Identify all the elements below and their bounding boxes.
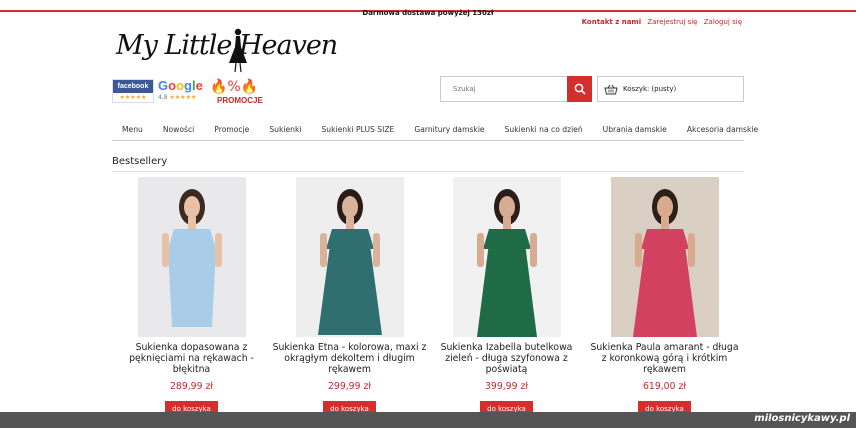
announcement-bar: Darmowa dostawa powyżej 130zł (0, 0, 856, 17)
login-link[interactable]: Zaloguj się (704, 18, 742, 26)
promotions-label: PROMOCJE (217, 96, 263, 105)
facebook-rating-badge[interactable]: facebook ★★★★★ (112, 79, 154, 103)
section-title: Bestsellery (112, 156, 168, 167)
product-price: 399,99 zł (484, 381, 528, 392)
product-name[interactable]: Sukienka dopasowana z pęknięciami na ręk… (114, 342, 269, 376)
google-label: Google (158, 78, 203, 93)
product-image[interactable] (610, 177, 719, 337)
nav-item-menu[interactable]: Menu (122, 125, 143, 134)
facebook-stars: ★★★★★ (119, 94, 147, 101)
basket-icon (604, 84, 618, 94)
nav-item-new[interactable]: Nowości (163, 125, 194, 134)
account-links: Kontakt z nami Zarejestruj się Zaloguj s… (578, 18, 742, 26)
search-icon (574, 83, 586, 95)
model-photo (632, 189, 697, 337)
badges-row: facebook ★★★★★ Google 4,8 ★★★★★ 🔥%🔥 PROM… (112, 79, 276, 109)
product-card[interactable]: Sukienka Izabella butelkowa zieleń - dłu… (429, 177, 584, 417)
product-image[interactable] (137, 177, 246, 337)
nav-item-dresses[interactable]: Sukienki (269, 125, 301, 134)
nav-item-everyday-dresses[interactable]: Sukienki na co dzień (505, 125, 583, 134)
product-name[interactable]: Sukienka Izabella butelkowa zieleń - dłu… (429, 342, 584, 376)
google-rating-value: 4,8 (158, 94, 168, 101)
nav-item-plus-size[interactable]: Sukienki PLUS SIZE (321, 125, 394, 134)
section-divider (112, 171, 744, 172)
model-photo (476, 189, 537, 337)
product-name[interactable]: Sukienka Etna - kolorowa, maxi z okrągły… (272, 342, 427, 376)
nav-item-suits[interactable]: Garnitury damskie (414, 125, 484, 134)
product-image[interactable] (295, 177, 404, 337)
bottom-bar (0, 412, 856, 428)
product-card[interactable]: Sukienka Paula amarant - długa z koronko… (587, 177, 742, 417)
cart-status: (pusty) (651, 85, 677, 93)
main-navigation: Menu Nowości Promocje Sukienki Sukienki … (112, 118, 758, 141)
product-card[interactable]: Sukienka dopasowana z pęknięciami na ręk… (114, 177, 269, 417)
cart-label: Koszyk: (623, 85, 650, 93)
model-photo (317, 189, 382, 335)
product-price: 289,99 zł (169, 381, 213, 392)
product-card[interactable]: Sukienka Etna - kolorowa, maxi z okrągły… (272, 177, 427, 417)
facebook-label: facebook (113, 80, 153, 93)
free-shipping-text: Darmowa dostawa powyżej 130zł (362, 9, 494, 17)
site-logo[interactable]: My Little Heaven (116, 28, 338, 76)
register-link[interactable]: Zarejestruj się (647, 18, 697, 26)
search-input[interactable] (440, 76, 567, 102)
search-button[interactable] (567, 76, 592, 102)
logo-text: My Little Heaven (116, 30, 338, 61)
google-rating-row: 4,8 ★★★★★ (158, 93, 206, 102)
nav-item-accessories[interactable]: Akcesoria damskie (687, 125, 758, 134)
google-rating-badge[interactable]: Google 4,8 ★★★★★ (158, 79, 206, 103)
search-box (440, 76, 592, 102)
logo-woman-silhouette-icon (229, 28, 247, 73)
nav-item-womens-clothing[interactable]: Ubrania damskie (603, 125, 667, 134)
fire-percent-icon: 🔥%🔥 (210, 79, 259, 95)
product-price: 299,99 zł (327, 381, 371, 392)
product-price: 619,00 zł (642, 381, 686, 392)
nav-item-promotions[interactable]: Promocje (214, 125, 249, 134)
google-stars: ★★★★★ (169, 94, 197, 101)
watermark: milosnicykawy.pl (754, 413, 850, 424)
contact-link[interactable]: Kontakt z nami (582, 18, 642, 26)
model-photo (161, 189, 222, 327)
product-name[interactable]: Sukienka Paula amarant - długa z koronko… (587, 342, 742, 376)
product-image[interactable] (452, 177, 561, 337)
promotions-badge[interactable]: 🔥%🔥 PROMOCJE (210, 79, 276, 109)
cart-widget[interactable]: Koszyk: (pusty) (597, 76, 744, 102)
